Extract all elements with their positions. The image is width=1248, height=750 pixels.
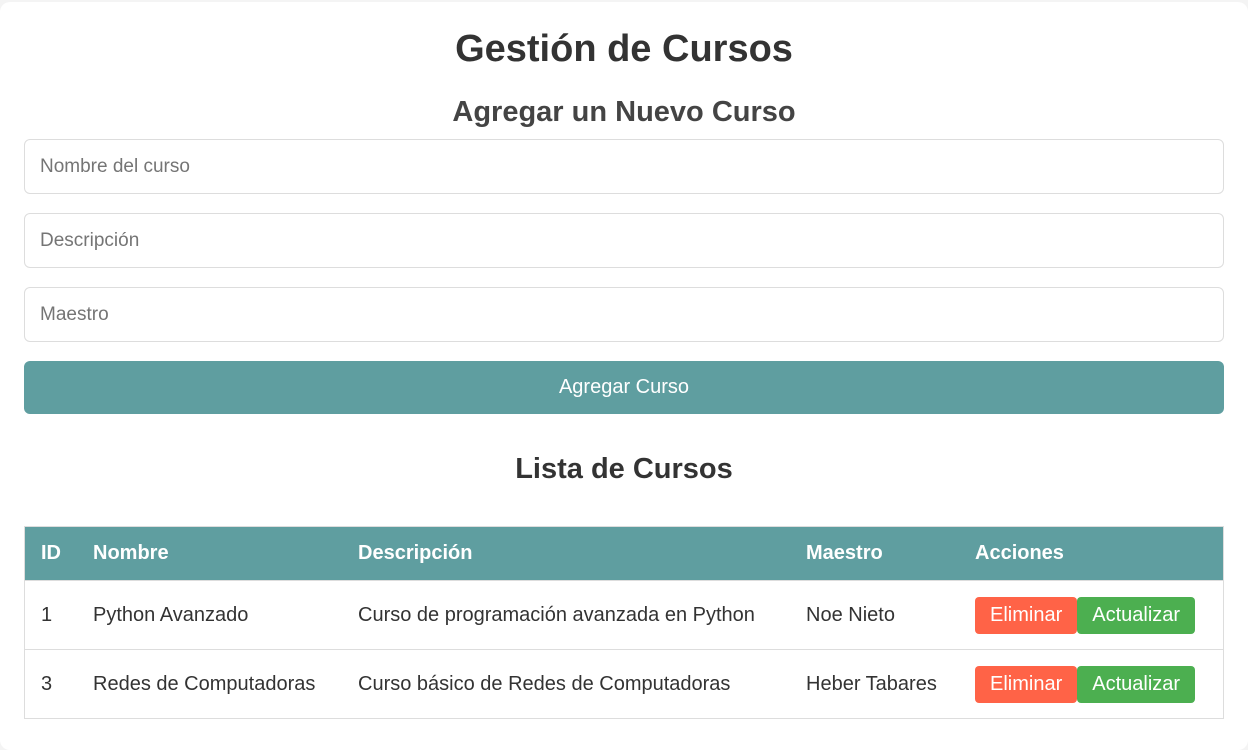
column-header-acciones: Acciones	[959, 526, 1224, 581]
cell-maestro: Heber Tabares	[790, 649, 959, 719]
course-name-input[interactable]	[24, 139, 1224, 194]
column-header-nombre: Nombre	[77, 526, 342, 581]
teacher-input[interactable]	[24, 287, 1224, 342]
table-row: 3 Redes de Computadoras Curso básico de …	[24, 649, 1224, 719]
delete-button[interactable]: Eliminar	[975, 596, 1078, 634]
column-header-descripcion: Descripción	[342, 526, 790, 581]
cell-descripcion: Curso de programación avanzada en Python	[342, 580, 790, 650]
cell-acciones: Eliminar Actualizar	[959, 649, 1224, 719]
cell-acciones: Eliminar Actualizar	[959, 580, 1224, 650]
courses-table: ID Nombre Descripción Maestro Acciones 1…	[24, 526, 1224, 719]
table-header-row: ID Nombre Descripción Maestro Acciones	[24, 526, 1224, 581]
cell-descripcion: Curso básico de Redes de Computadoras	[342, 649, 790, 719]
cell-id: 3	[24, 649, 77, 719]
column-header-id: ID	[24, 526, 77, 581]
form-title: Agregar un Nuevo Curso	[452, 96, 796, 128]
table-row: 1 Python Avanzado Curso de programación …	[24, 580, 1224, 650]
cell-nombre: Python Avanzado	[77, 580, 342, 650]
page-title: Gestión de Cursos	[455, 28, 793, 70]
update-button[interactable]: Actualizar	[1077, 665, 1196, 703]
cell-nombre: Redes de Computadoras	[77, 649, 342, 719]
main-container: Gestión de Cursos Agregar un Nuevo Curso…	[0, 2, 1248, 750]
add-course-button[interactable]: Agregar Curso	[24, 361, 1224, 414]
delete-button[interactable]: Eliminar	[975, 665, 1078, 703]
add-course-form: Agregar Curso	[24, 139, 1224, 414]
description-input[interactable]	[24, 213, 1224, 268]
column-header-maestro: Maestro	[790, 526, 959, 581]
cell-id: 1	[24, 580, 77, 650]
cell-maestro: Noe Nieto	[790, 580, 959, 650]
update-button[interactable]: Actualizar	[1077, 596, 1196, 634]
list-title: Lista de Cursos	[515, 453, 733, 485]
